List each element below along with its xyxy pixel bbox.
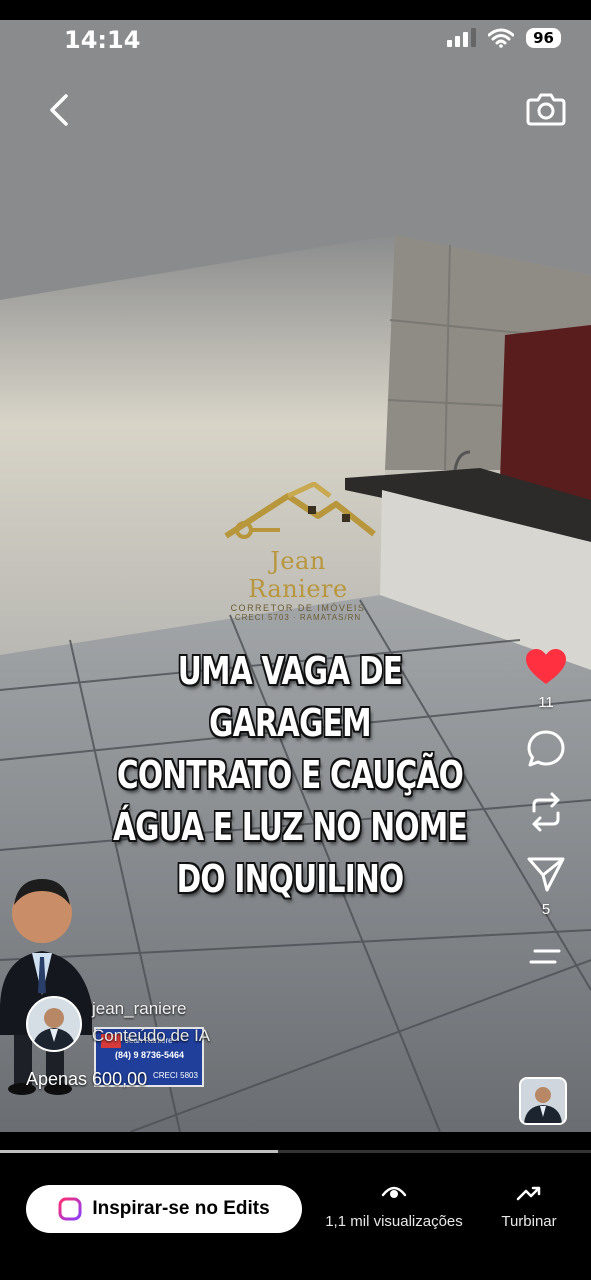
ai-content-label[interactable]: Conteúdo de IA xyxy=(92,1026,210,1046)
status-icons: 96 xyxy=(446,28,561,48)
like-count: 11 xyxy=(538,694,554,711)
watermark-creci: CRECI 5703 · RAMATAS/RN xyxy=(234,613,362,622)
avatar-photo xyxy=(32,1008,76,1050)
views-label: 1,1 mil visualizações xyxy=(325,1213,463,1230)
edits-icon xyxy=(58,1197,82,1221)
comment-button[interactable] xyxy=(523,729,569,769)
more-icon xyxy=(529,949,561,964)
watermark-name: Jean Raniere xyxy=(248,547,348,603)
inspire-edits-button[interactable]: Inspirar-se no Edits xyxy=(26,1185,302,1233)
status-bar: 14:14 96 xyxy=(0,0,591,80)
signal-icon xyxy=(447,28,477,47)
battery-icon: 96 xyxy=(526,28,561,48)
boost-label: Turbinar xyxy=(501,1213,557,1230)
sign-phone: (84) 9 8736-5464 xyxy=(115,1050,184,1060)
status-time: 14:14 xyxy=(64,26,141,54)
wifi-icon xyxy=(488,28,515,48)
repost-button[interactable] xyxy=(523,791,569,833)
send-icon xyxy=(527,857,565,892)
like-button[interactable]: 11 xyxy=(523,648,569,711)
trend-up-icon xyxy=(516,1186,541,1201)
audio-avatar-photo xyxy=(524,1087,562,1123)
author-username[interactable]: jean_raniere xyxy=(92,999,187,1019)
video-caption: UMA VAGA DE GARAGEM CONTRATO E CAUÇÃO ÁG… xyxy=(60,645,520,905)
caption-line: CONTRATO E CAUÇÃO xyxy=(116,753,464,797)
boost-button[interactable]: Turbinar xyxy=(490,1183,568,1230)
views-button[interactable]: 1,1 mil visualizações xyxy=(318,1183,470,1230)
back-icon xyxy=(50,94,68,126)
heart-icon xyxy=(526,649,566,684)
camera-button[interactable] xyxy=(525,88,567,135)
camera-icon xyxy=(526,93,566,126)
back-button[interactable] xyxy=(40,90,76,135)
author-avatar[interactable] xyxy=(26,996,82,1052)
share-count: 5 xyxy=(541,901,551,918)
watermark-subtitle: CORRETOR DE IMÓVEIS xyxy=(230,603,366,613)
watermark-logo: Jean Raniere CORRETOR DE IMÓVEIS CRECI 5… xyxy=(218,481,378,622)
caption-line: ÁGUA E LUZ NO NOME xyxy=(113,805,468,849)
send-button[interactable]: 5 xyxy=(523,855,569,918)
more-button[interactable] xyxy=(523,946,569,968)
repost-icon xyxy=(532,792,560,832)
caption-line: UMA VAGA DE GARAGEM xyxy=(177,649,403,745)
comment-icon xyxy=(527,730,565,767)
sign-creci: CRECI 5803 xyxy=(153,1071,198,1080)
inspire-edits-label: Inspirar-se no Edits xyxy=(92,1198,270,1219)
caption-price-text[interactable]: Apenas 600,00 xyxy=(26,1069,147,1090)
house-key-logo-icon xyxy=(224,481,376,539)
bottom-bar: Inspirar-se no Edits 1,1 mil visualizaçõ… xyxy=(0,1153,591,1280)
action-rail: 11 5 xyxy=(523,648,569,968)
audio-thumbnail[interactable] xyxy=(519,1077,567,1125)
eye-icon xyxy=(381,1186,407,1198)
